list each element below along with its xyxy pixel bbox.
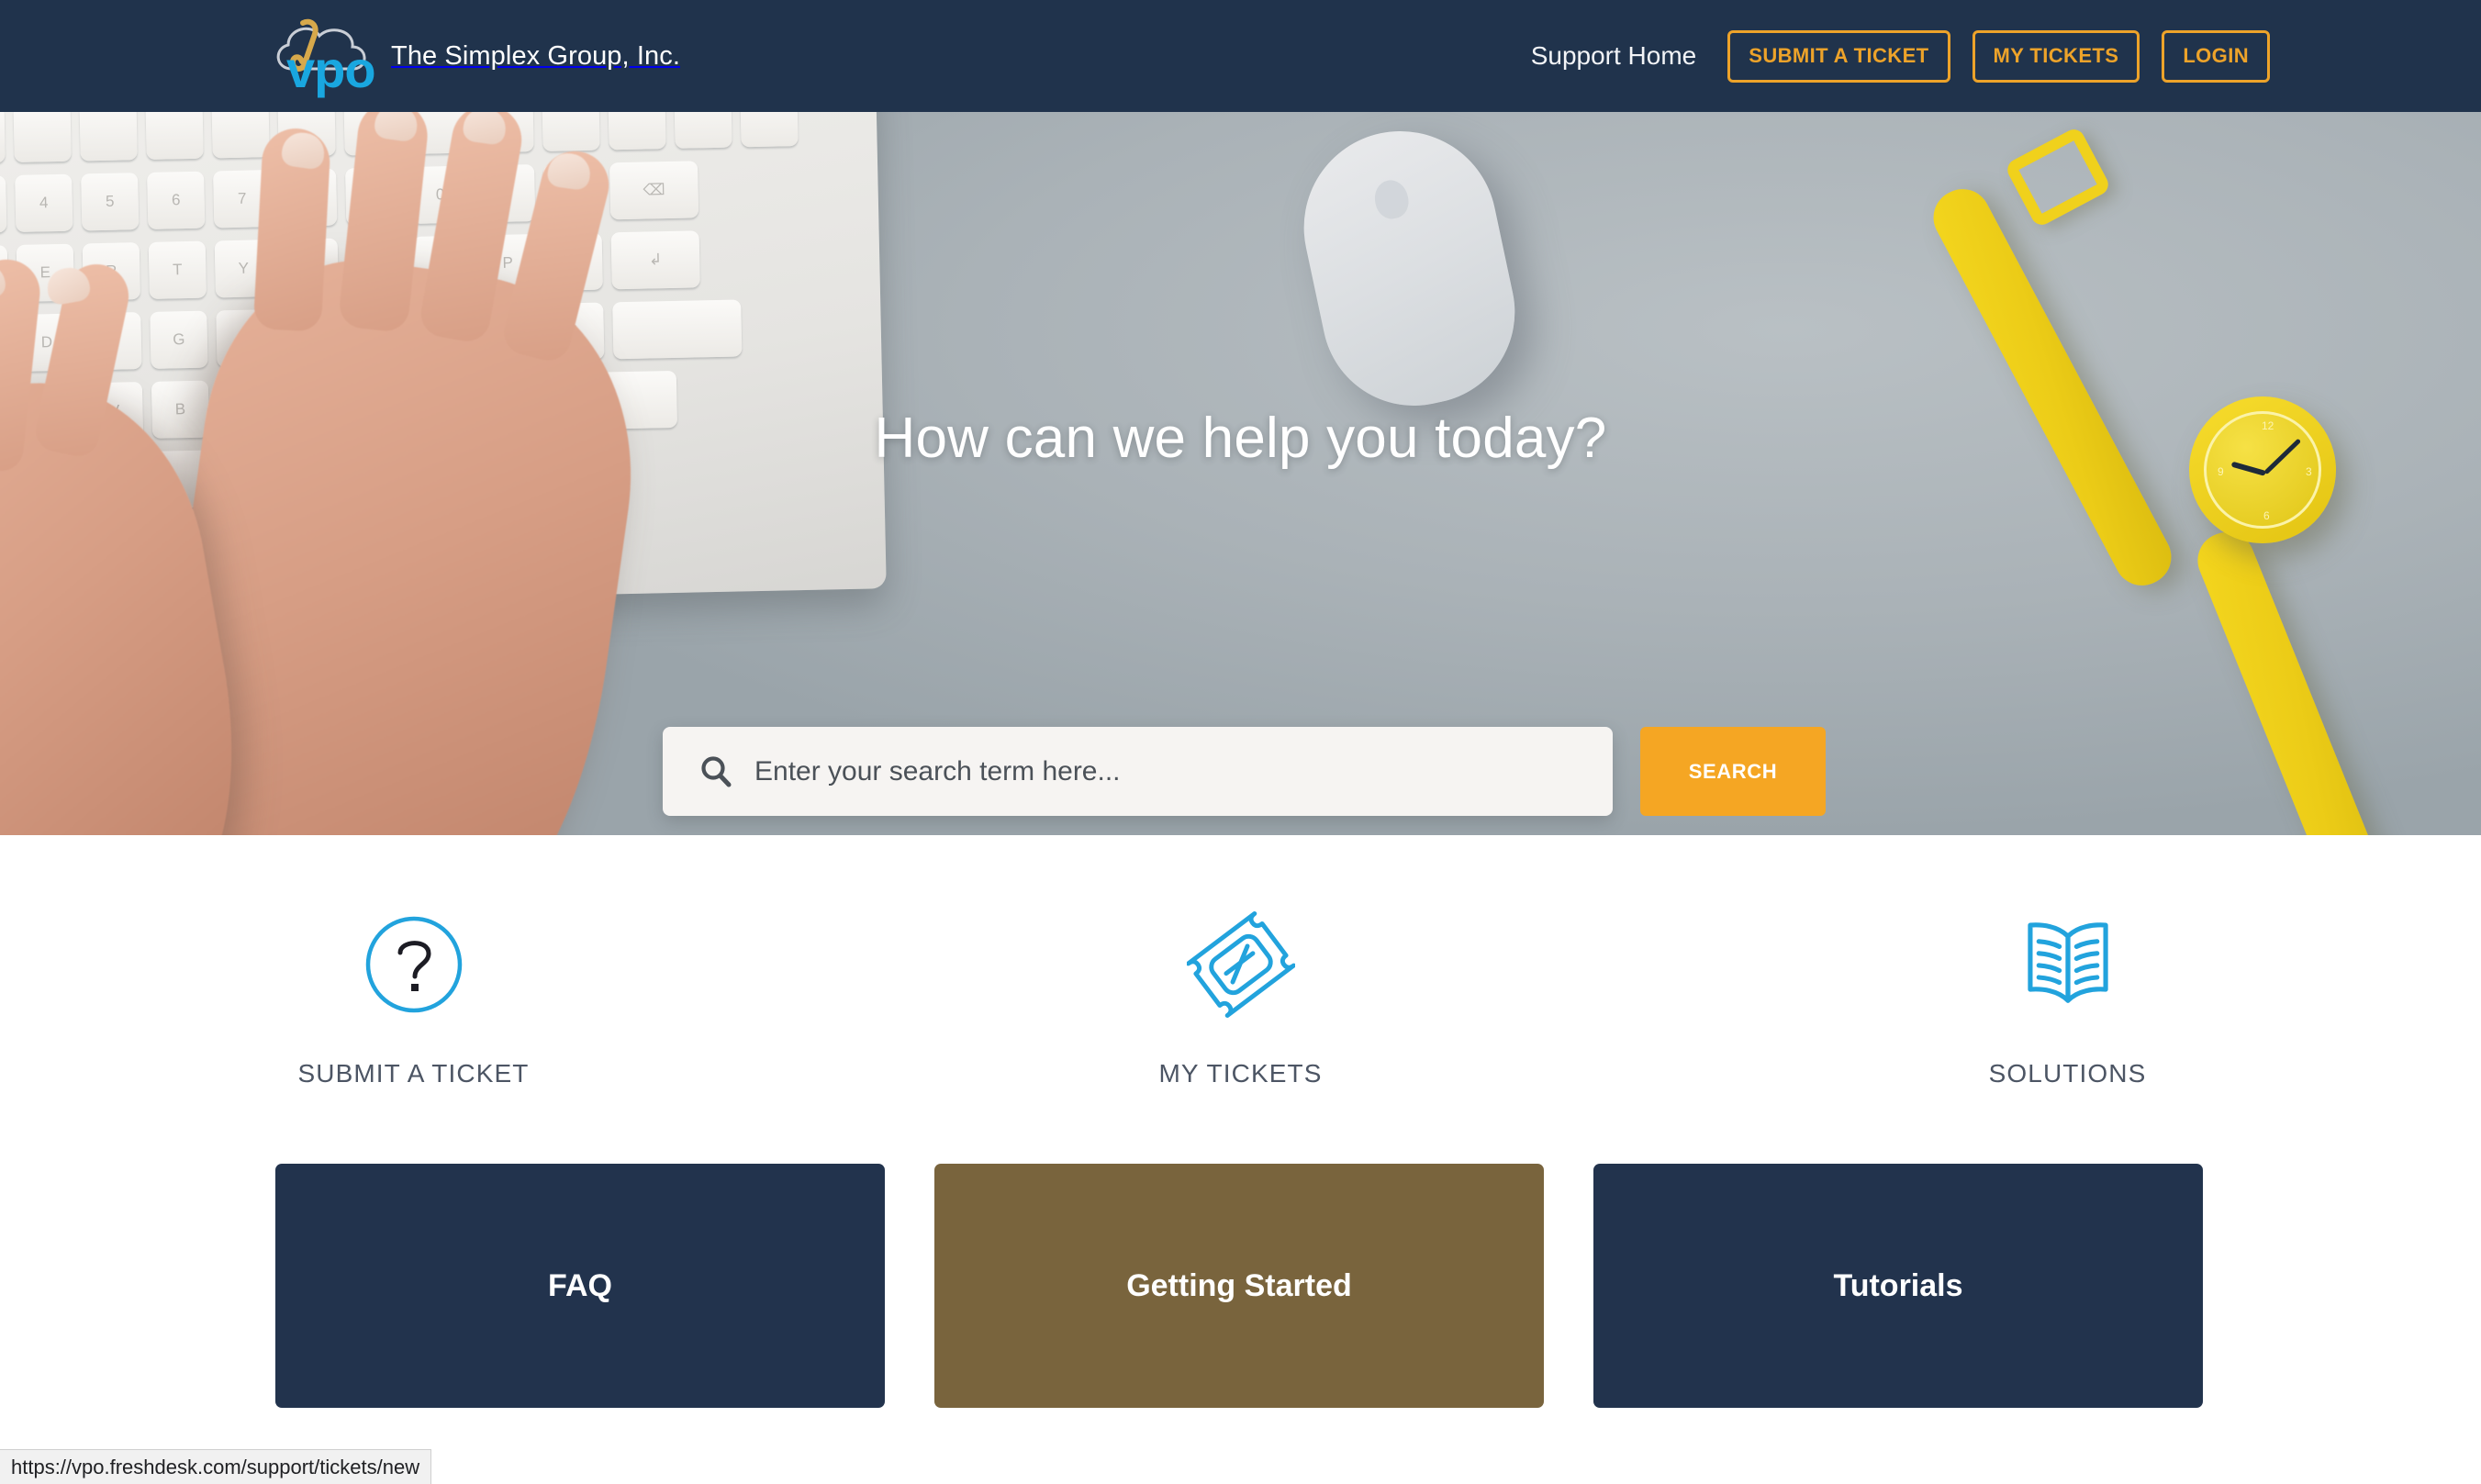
search-icon — [698, 753, 734, 790]
search-input[interactable] — [754, 755, 1562, 787]
hero-section: 3456 7890 -=⌫ WERT YUIO P[↲ SDFG HJKL ;'… — [0, 112, 2481, 835]
site-header: vpo The Simplex Group, Inc. Support Home… — [0, 0, 2481, 112]
login-button[interactable]: LOGIN — [2162, 29, 2270, 83]
brand-logo-link[interactable]: vpo The Simplex Group, Inc. — [264, 12, 680, 100]
quicklink-solutions[interactable]: SOLUTIONS — [1654, 835, 2481, 1088]
status-bar-url: https://vpo.freshdesk.com/support/ticket… — [0, 1449, 432, 1484]
card-label: Getting Started — [1126, 1267, 1352, 1303]
category-cards: FAQ Getting Started Tutorials — [275, 1164, 2203, 1408]
quicklinks-section: SUBMIT A TICKET MY TICKETS SOLUTIONS — [0, 835, 2481, 1088]
category-card-tutorials[interactable]: Tutorials — [1593, 1164, 2203, 1408]
apple-logo-icon — [1371, 177, 1413, 222]
open-book-icon — [2017, 914, 2119, 1015]
quicklink-my-tickets[interactable]: MY TICKETS — [827, 835, 1654, 1088]
my-tickets-button[interactable]: MY TICKETS — [1972, 29, 2140, 83]
question-mark-circle-icon — [363, 914, 464, 1015]
page-title: How can we help you today? — [874, 407, 1607, 470]
category-card-faq[interactable]: FAQ — [275, 1164, 885, 1408]
support-home-link[interactable]: Support Home — [1531, 41, 1706, 71]
cloud-paperclip-logo-icon: vpo — [264, 12, 378, 100]
header-nav: Support Home SUBMIT A TICKET MY TICKETS … — [1531, 29, 2270, 83]
search-box[interactable] — [663, 727, 1613, 816]
card-label: FAQ — [548, 1267, 612, 1303]
svg-text:vpo: vpo — [286, 40, 375, 98]
category-card-getting-started[interactable]: Getting Started — [934, 1164, 1544, 1408]
hero-search-row: SEARCH — [663, 727, 1826, 816]
quicklink-label: MY TICKETS — [1158, 1059, 1323, 1088]
search-button[interactable]: SEARCH — [1640, 727, 1826, 816]
ticket-icon — [1186, 911, 1295, 1018]
quicklink-submit-a-ticket[interactable]: SUBMIT A TICKET — [0, 835, 827, 1088]
quicklink-label: SOLUTIONS — [1988, 1059, 2147, 1088]
card-label: Tutorials — [1833, 1267, 1963, 1303]
submit-a-ticket-button[interactable]: SUBMIT A TICKET — [1727, 29, 1950, 83]
quicklink-label: SUBMIT A TICKET — [297, 1059, 530, 1088]
brand-name: The Simplex Group, Inc. — [391, 40, 680, 71]
